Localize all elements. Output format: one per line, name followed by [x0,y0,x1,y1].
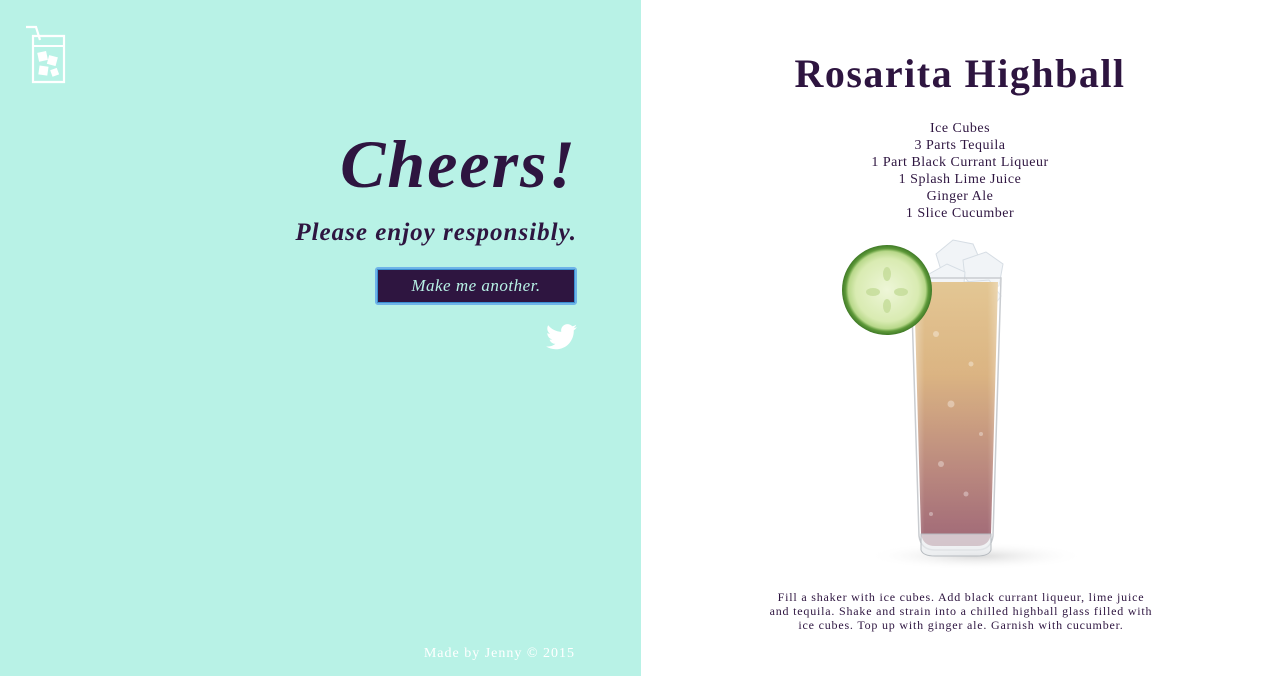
enjoy-responsibly-tagline: Please enjoy responsibly. [295,219,577,246]
recipe-instructions: Fill a shaker with ice cubes. Add black … [769,590,1153,632]
highball-glass-with-cucumber-image [841,234,1091,584]
ingredient-item: 1 Part Black Currant Liqueur [871,155,1049,170]
recipe-panel: Rosarita Highball Ice Cubes 3 Parts Tequ… [641,0,1279,676]
twitter-icon[interactable] [546,324,577,350]
footer-credit: Made by Jenny © 2015 [423,646,575,661]
ingredient-item: 1 Slice Cucumber [905,206,1015,221]
ingredient-item: 3 Parts Tequila [914,138,1006,153]
glass-with-straw-icon [24,24,68,86]
ingredient-item: 1 Splash Lime Juice [898,172,1022,187]
left-panel: Cheers! Please enjoy responsibly. Make m… [0,0,641,676]
ingredients-list: Ice Cubes 3 Parts Tequila 1 Part Black C… [641,120,1279,222]
ingredient-item: Ginger Ale [926,189,994,204]
make-another-button[interactable]: Make me another. [375,267,577,305]
drink-name: Rosarita Highball [794,51,1126,96]
cheers-heading: Cheers! [340,126,577,202]
ingredient-item: Ice Cubes [929,121,991,136]
page: Cheers! Please enjoy responsibly. Make m… [0,0,1279,676]
